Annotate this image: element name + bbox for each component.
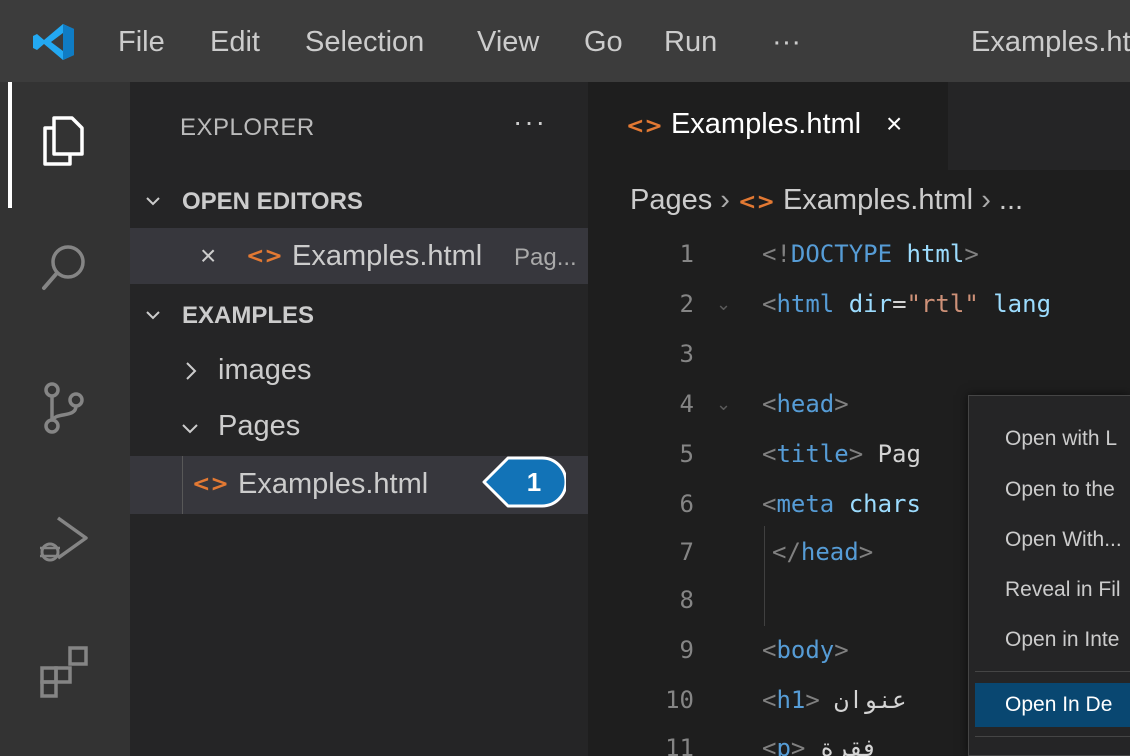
html-file-icon: <> (246, 244, 283, 269)
line-number: 4 (679, 390, 694, 418)
breadcrumb-more: ... (998, 184, 1024, 216)
line-number: 9 (679, 636, 694, 664)
line-number: 2 (679, 290, 694, 318)
line-number: 6 (679, 490, 694, 518)
line-number: 5 (679, 440, 694, 468)
chevron-down-icon[interactable] (144, 306, 162, 324)
html-file-icon: <> (626, 114, 663, 139)
code-line: <html dir="rtl" lang (762, 290, 1052, 318)
line-number: 3 (679, 340, 694, 368)
active-indicator (8, 82, 12, 208)
vscode-logo-icon[interactable] (32, 22, 76, 62)
open-editor-filename[interactable]: Examples.html (292, 240, 482, 273)
context-menu: Open with L Open to the Open With... Rev… (968, 395, 1130, 756)
menu-item-reveal-in-explorer[interactable]: Reveal in Fil (1005, 578, 1121, 602)
editor-tabs-bar: <> Examples.html × (588, 82, 1130, 170)
source-control-icon[interactable] (34, 378, 94, 438)
breadcrumb-separator-icon: › (981, 184, 999, 216)
explorer-icon[interactable] (34, 110, 94, 170)
line-number: 11 (665, 734, 694, 756)
html-file-icon: <> (738, 190, 775, 215)
menu-separator (975, 736, 1130, 737)
menu-more[interactable]: ··· (772, 24, 801, 60)
run-debug-icon[interactable] (34, 508, 94, 568)
open-editors-header[interactable]: OPEN EDITORS (182, 188, 363, 216)
explorer-title: EXPLORER (180, 114, 315, 141)
breadcrumb-folder: Pages (630, 184, 713, 216)
code-line: <h1> عنوان (762, 686, 907, 714)
breadcrumb[interactable]: Pages › <> Examples.html › ... (630, 184, 1023, 217)
open-editor-path: Pag... (514, 244, 577, 271)
menu-item-label: Open In De (1005, 693, 1113, 716)
tree-indent-guide (182, 456, 183, 514)
breadcrumb-separator-icon: › (720, 184, 739, 216)
line-number: 1 (679, 240, 694, 268)
chevron-right-icon[interactable] (182, 360, 200, 382)
menu-go[interactable]: Go (584, 24, 623, 60)
code-line: <meta chars (762, 490, 921, 518)
search-icon[interactable] (34, 238, 94, 298)
window-title: Examples.ht (971, 26, 1130, 58)
line-number: 7 (679, 538, 694, 566)
folder-pages[interactable]: Pages (218, 410, 300, 443)
menu-selection[interactable]: Selection (305, 24, 424, 60)
menu-run[interactable]: Run (664, 24, 717, 60)
workspace-header[interactable]: EXAMPLES (182, 302, 314, 330)
title-bar: File Edit Selection View Go Run ··· Exam… (0, 0, 1130, 82)
code-line: <!DOCTYPE html> (762, 240, 979, 268)
chevron-down-icon[interactable] (180, 420, 200, 438)
menu-separator (975, 671, 1130, 672)
code-line: <body> (762, 636, 849, 664)
callout-number: 1 (527, 467, 541, 497)
menu-edit[interactable]: Edit (210, 24, 260, 60)
line-number: 10 (665, 686, 694, 714)
indent-guide (764, 526, 765, 626)
tab-close-icon[interactable]: × (886, 108, 902, 140)
extensions-icon[interactable] (34, 640, 94, 700)
menu-item-open-in-default-browser[interactable]: Open In De (975, 683, 1130, 727)
code-line: <p> فقرة (762, 734, 878, 756)
step-callout: 1 (482, 456, 566, 508)
close-icon[interactable]: × (200, 240, 216, 272)
menu-view[interactable]: View (477, 24, 539, 60)
code-line: <head> (762, 390, 849, 418)
code-line: <title> Pag (762, 440, 921, 468)
fold-chevron-icon[interactable]: ⌄ (716, 294, 731, 315)
menu-item-open-with[interactable]: Open With... (1005, 528, 1122, 552)
menu-file[interactable]: File (118, 24, 165, 60)
file-examples-html[interactable]: Examples.html (238, 468, 428, 501)
menu-item-open-with-live-server[interactable]: Open with L (1005, 427, 1117, 451)
tab-examples-html[interactable]: <> Examples.html × (588, 82, 948, 170)
chevron-down-icon[interactable] (144, 192, 162, 210)
breadcrumb-file: Examples.html (782, 184, 974, 216)
explorer-sidebar: EXPLORER ··· OPEN EDITORS × <> Examples.… (130, 82, 588, 756)
explorer-more-button[interactable]: ··· (513, 106, 547, 138)
tab-label: <> Examples.html (626, 108, 862, 140)
code-line: </head> (772, 538, 874, 566)
html-file-icon: <> (192, 472, 229, 497)
folder-images[interactable]: images (218, 354, 312, 387)
menu-item-open-in-terminal[interactable]: Open in Inte (1005, 628, 1119, 652)
fold-chevron-icon[interactable]: ⌄ (716, 394, 731, 415)
menu-item-open-to-side[interactable]: Open to the (1005, 478, 1115, 502)
line-number: 8 (679, 586, 694, 614)
